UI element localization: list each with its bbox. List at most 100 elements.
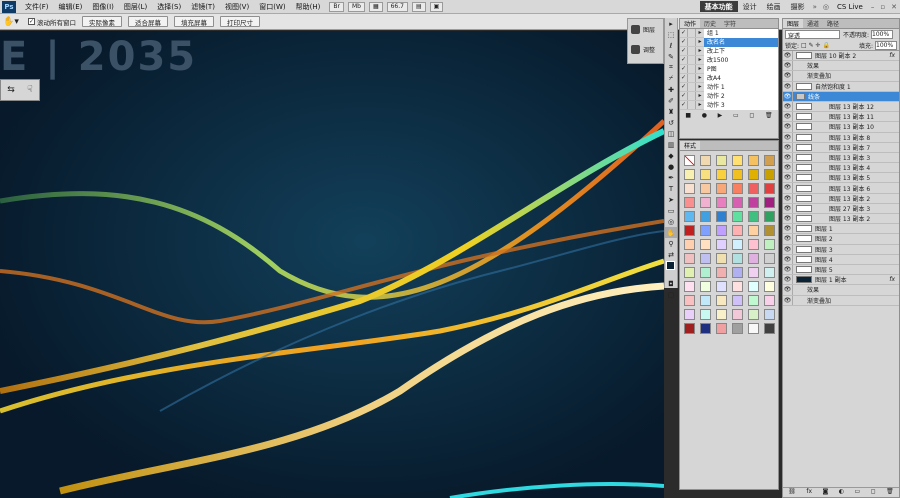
panel-tab[interactable]: 样式 <box>680 141 701 150</box>
style-swatch[interactable] <box>732 309 743 320</box>
style-swatch[interactable] <box>764 225 775 236</box>
pen-tool-icon[interactable]: ✒ <box>665 172 677 183</box>
cs-live-label[interactable]: CS Live <box>832 3 868 11</box>
panel-tab[interactable]: 动作 <box>680 19 701 28</box>
style-swatch[interactable] <box>748 309 759 320</box>
style-swatch[interactable] <box>684 197 695 208</box>
minibridge-button[interactable]: Mb <box>347 1 365 12</box>
layer-row[interactable]: 👁 图层 13 副本 8 <box>783 132 899 143</box>
style-swatch[interactable] <box>684 281 695 292</box>
stop-icon[interactable]: ■ <box>685 112 691 119</box>
style-swatch[interactable] <box>700 197 711 208</box>
visibility-eye-icon[interactable]: 👁 <box>783 193 793 203</box>
dialog-toggle[interactable] <box>688 56 696 64</box>
style-swatch[interactable] <box>684 239 695 250</box>
layer-row[interactable]: 👁 图层 13 副本 3 <box>783 152 899 164</box>
visibility-eye-icon[interactable]: 👁 <box>783 224 793 234</box>
style-swatch[interactable] <box>716 323 727 334</box>
layer-row[interactable]: 👁 自然饱和度 1 <box>783 81 899 92</box>
visibility-eye-icon[interactable]: 👁 <box>783 214 793 224</box>
healing-tool-icon[interactable]: ✚ <box>665 84 677 95</box>
delete-icon[interactable]: 🗑 <box>765 112 773 119</box>
style-swatch[interactable] <box>716 267 727 278</box>
style-swatch[interactable] <box>748 267 759 278</box>
panel-tab[interactable]: 路径 <box>823 19 843 28</box>
play-icon[interactable]: ▶ <box>718 112 723 119</box>
layer-row[interactable]: 👁 图层 13 副本 10 <box>783 122 899 133</box>
style-swatch[interactable] <box>716 183 727 194</box>
style-swatch[interactable] <box>764 169 775 180</box>
style-swatch[interactable] <box>716 239 727 250</box>
layer-row[interactable]: 👁 图层 13 副本 7 <box>783 142 899 153</box>
brush-tool-icon[interactable]: ✐ <box>665 95 677 106</box>
move-tool-icon[interactable]: ▸ <box>665 18 677 29</box>
style-swatch[interactable] <box>716 155 727 166</box>
style-swatch[interactable] <box>732 323 743 334</box>
action-toggle-checkbox[interactable]: ✓ <box>680 65 688 73</box>
add-style-icon[interactable]: fx <box>806 488 812 497</box>
new-layer-icon[interactable]: ◻ <box>871 488 876 497</box>
no-style-swatch[interactable] <box>684 155 695 166</box>
expand-triangle-icon[interactable]: ▸ <box>696 83 704 91</box>
print-size-button[interactable]: 打印尺寸 <box>220 16 260 27</box>
menu-item[interactable]: 视图(V) <box>220 2 254 12</box>
style-swatch[interactable] <box>732 253 743 264</box>
style-swatch[interactable] <box>748 155 759 166</box>
expand-triangle-icon[interactable]: ▸ <box>696 47 704 55</box>
style-swatch[interactable] <box>700 211 711 222</box>
expand-triangle-icon[interactable]: ▸ <box>696 56 704 64</box>
style-swatch[interactable] <box>700 183 711 194</box>
menu-item[interactable]: 图像(I) <box>87 2 119 12</box>
style-swatch[interactable] <box>748 225 759 236</box>
style-swatch[interactable] <box>716 169 727 180</box>
layer-row[interactable]: 👁 图层 2 <box>783 234 899 245</box>
visibility-eye-icon[interactable]: 👁 <box>783 264 793 275</box>
workspace-tab[interactable]: 设计 <box>738 1 762 12</box>
3d-rotate-tool-icon[interactable]: ◎ <box>665 216 677 227</box>
dodge-tool-icon[interactable]: ● <box>665 161 677 172</box>
visibility-eye-icon[interactable]: 👁 <box>783 173 793 183</box>
action-row[interactable]: ✓ ▸ 动作 3 <box>680 100 778 110</box>
layer-row[interactable]: 👁 渐变叠加 <box>783 71 899 82</box>
expand-triangle-icon[interactable]: ▸ <box>696 74 704 82</box>
scroll-all-checkbox[interactable]: ✓ <box>28 18 35 25</box>
menu-item[interactable]: 窗口(W) <box>254 2 290 12</box>
style-swatch[interactable] <box>684 323 695 334</box>
style-swatch[interactable] <box>684 183 695 194</box>
layer-row[interactable]: 👁 图层 13 副本 5 <box>783 173 899 184</box>
visibility-eye-icon[interactable]: 👁 <box>783 275 793 285</box>
style-swatch[interactable] <box>700 295 711 306</box>
workspace-tab[interactable]: 基本功能 <box>699 1 738 12</box>
style-swatch[interactable] <box>748 253 759 264</box>
crop-tool-icon[interactable]: ⌗ <box>665 62 677 73</box>
style-swatch[interactable] <box>732 281 743 292</box>
new-group-icon[interactable]: ▭ <box>854 488 860 497</box>
document-canvas[interactable]: E | 2035 ⇆ ☟ <box>0 31 664 498</box>
workspace-tab[interactable]: 摄影 <box>786 1 810 12</box>
style-swatch[interactable] <box>732 239 743 250</box>
style-swatch[interactable] <box>684 253 695 264</box>
hand-tool-icon[interactable]: ✋ <box>665 227 677 238</box>
color-swatches[interactable] <box>665 260 678 278</box>
layer-effects-badge[interactable]: fx <box>889 52 895 59</box>
screen-mode-button[interactable]: ▣ <box>429 1 444 12</box>
restore-icon[interactable]: ▫ <box>877 3 888 11</box>
dialog-toggle[interactable] <box>688 74 696 82</box>
panel-tab[interactable]: 图层 <box>783 19 804 28</box>
style-swatch[interactable] <box>716 281 727 292</box>
action-toggle-checkbox[interactable]: ✓ <box>680 101 688 109</box>
visibility-eye-icon[interactable]: 👁 <box>783 71 793 81</box>
layer-row[interactable]: 👁 图层 1 <box>783 224 899 235</box>
visibility-eye-icon[interactable]: 👁 <box>783 101 793 112</box>
zoom-level[interactable]: 66.7 <box>386 1 408 12</box>
style-swatch[interactable] <box>748 211 759 222</box>
preset-icon[interactable]: ⇆ <box>7 85 15 95</box>
style-swatch[interactable] <box>684 225 695 236</box>
style-swatch[interactable] <box>732 169 743 180</box>
style-swatch[interactable] <box>716 309 727 320</box>
style-swatch[interactable] <box>732 267 743 278</box>
style-swatch[interactable] <box>700 281 711 292</box>
delete-layer-icon[interactable]: 🗑 <box>886 488 894 497</box>
style-swatch[interactable] <box>700 239 711 250</box>
action-toggle-checkbox[interactable]: ✓ <box>680 47 688 55</box>
